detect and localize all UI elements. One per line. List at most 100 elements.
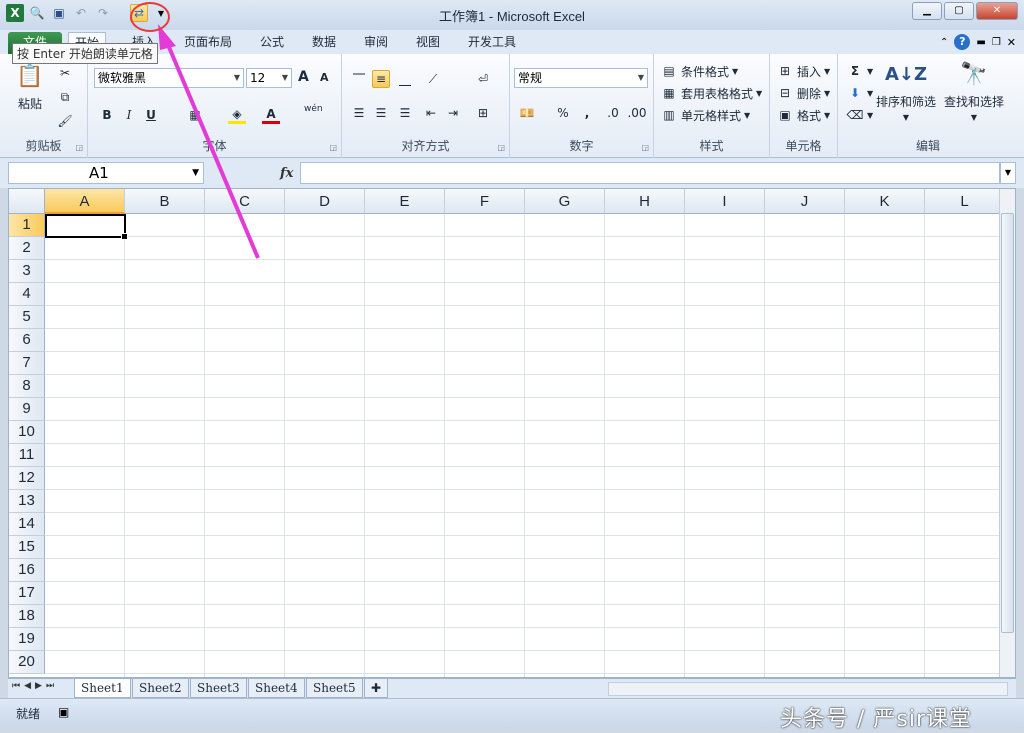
alignment-launcher-icon[interactable]: ◲	[497, 143, 505, 152]
expand-formula-bar-icon[interactable]: ▼	[1000, 162, 1016, 184]
row-header[interactable]: 9	[9, 398, 45, 421]
merge-center-button[interactable]: ⊞	[474, 104, 492, 122]
column-header[interactable]: C	[205, 189, 285, 214]
column-header[interactable]: A	[45, 189, 125, 214]
last-sheet-icon[interactable]: ⏭	[46, 681, 54, 691]
column-header[interactable]: F	[445, 189, 525, 214]
percent-button[interactable]: %	[554, 104, 572, 122]
macro-record-icon[interactable]: ▣	[58, 705, 69, 719]
align-left-button[interactable]: ☰	[350, 104, 368, 122]
insert-function-button[interactable]: fx	[280, 166, 293, 181]
cell-styles-button[interactable]: ▥ 单元格样式 ▼	[660, 106, 750, 124]
number-launcher-icon[interactable]: ◲	[641, 143, 649, 152]
accounting-format-button[interactable]: 💴	[518, 104, 536, 122]
tab-view[interactable]: 视图	[410, 32, 446, 54]
autosum-button[interactable]: Σ ▼	[846, 62, 873, 80]
prev-sheet-icon[interactable]: ◀	[24, 681, 31, 691]
format-as-table-button[interactable]: ▦ 套用表格格式 ▼	[660, 84, 762, 102]
font-color-button[interactable]: A	[262, 106, 280, 124]
format-painter-button[interactable]: 🖌	[56, 112, 74, 130]
paste-button[interactable]: 📋 粘贴	[14, 60, 46, 112]
cut-button[interactable]: ✂	[56, 64, 74, 82]
grow-font-button[interactable]: A	[298, 69, 309, 85]
next-sheet-icon[interactable]: ▶	[35, 681, 42, 691]
italic-button[interactable]: I	[120, 106, 138, 124]
insert-cells-button[interactable]: ⊞ 插入 ▼	[776, 62, 830, 80]
row-header[interactable]: 10	[9, 421, 45, 444]
cell-grid[interactable]	[45, 214, 1005, 677]
row-header[interactable]: 15	[9, 536, 45, 559]
formula-input[interactable]	[300, 162, 1000, 184]
column-header[interactable]: I	[685, 189, 765, 214]
column-header[interactable]: B	[125, 189, 205, 214]
active-cell[interactable]	[45, 214, 128, 240]
close-button[interactable]: ✕	[976, 2, 1018, 20]
align-right-button[interactable]: ☰	[396, 104, 414, 122]
help-icon[interactable]: ?	[954, 34, 971, 50]
column-header[interactable]: J	[765, 189, 845, 214]
row-header[interactable]: 12	[9, 467, 45, 490]
row-header[interactable]: 13	[9, 490, 45, 513]
row-header[interactable]: 8	[9, 375, 45, 398]
copy-button[interactable]: ⧉	[56, 88, 74, 106]
ribbon-collapse-icon[interactable]: ⌃	[940, 37, 948, 48]
increase-decimal-button[interactable]: .0	[604, 104, 622, 122]
minimize-button[interactable]: ▁	[912, 2, 942, 20]
decrease-decimal-button[interactable]: .00	[627, 104, 646, 122]
vertical-scroll-thumb[interactable]	[1001, 213, 1014, 633]
decrease-indent-button[interactable]: ⇤	[422, 104, 440, 122]
wrap-text-button[interactable]: ⏎	[474, 70, 492, 88]
column-header[interactable]: D	[285, 189, 365, 214]
doc-restore-icon[interactable]: ❐	[992, 37, 1001, 48]
tab-page-layout[interactable]: 页面布局	[178, 32, 238, 54]
name-box[interactable]: A1 ▼	[8, 162, 204, 184]
row-header[interactable]: 3	[9, 260, 45, 283]
format-cells-button[interactable]: ▣ 格式 ▼	[776, 106, 830, 124]
comma-button[interactable]: ,	[578, 104, 596, 122]
align-middle-button[interactable]: ≡	[372, 70, 390, 88]
underline-button[interactable]: U	[142, 106, 160, 124]
tab-formulas[interactable]: 公式	[254, 32, 290, 54]
conditional-formatting-button[interactable]: ▤ 条件格式 ▼	[660, 62, 738, 80]
tab-data[interactable]: 数据	[306, 32, 342, 54]
row-header[interactable]: 20	[9, 651, 45, 674]
increase-indent-button[interactable]: ⇥	[444, 104, 462, 122]
clear-button[interactable]: ⌫ ▼	[846, 106, 874, 124]
borders-button[interactable]: ▦	[186, 106, 204, 124]
row-header[interactable]: 7	[9, 352, 45, 375]
row-header[interactable]: 6	[9, 329, 45, 352]
font-size-combo[interactable]: 12 ▼	[246, 68, 292, 88]
first-sheet-icon[interactable]: ⏮	[12, 681, 20, 691]
column-header[interactable]: G	[525, 189, 605, 214]
tab-review[interactable]: 审阅	[358, 32, 394, 54]
align-center-button[interactable]: ☰	[372, 104, 390, 122]
sort-filter-button[interactable]: A↓Z 排序和筛选 ▼	[876, 58, 936, 123]
row-header[interactable]: 1	[9, 214, 45, 237]
sheet-tab-sheet1[interactable]: Sheet1	[74, 679, 131, 698]
row-header[interactable]: 17	[9, 582, 45, 605]
doc-close-icon[interactable]: ✕	[1007, 36, 1016, 49]
tab-developer[interactable]: 开发工具	[462, 32, 522, 54]
row-header[interactable]: 14	[9, 513, 45, 536]
find-select-button[interactable]: 🔭 查找和选择 ▼	[944, 58, 1004, 123]
shrink-font-button[interactable]: A	[320, 71, 329, 84]
align-bottom-button[interactable]: ⎽	[396, 70, 414, 88]
row-header[interactable]: 2	[9, 237, 45, 260]
fill-color-button[interactable]: ◈	[228, 106, 246, 124]
row-header[interactable]: 5	[9, 306, 45, 329]
row-header[interactable]: 18	[9, 605, 45, 628]
row-header[interactable]: 11	[9, 444, 45, 467]
orientation-button[interactable]: ⟋	[424, 70, 442, 88]
clipboard-launcher-icon[interactable]: ◲	[75, 143, 83, 152]
delete-cells-button[interactable]: ⊟ 删除 ▼	[776, 84, 830, 102]
column-header[interactable]: K	[845, 189, 925, 214]
phonetic-button[interactable]: wén	[304, 104, 323, 114]
column-header[interactable]: H	[605, 189, 685, 214]
sheet-tab-sheet5[interactable]: Sheet5	[306, 679, 363, 698]
horizontal-scrollbar[interactable]	[608, 682, 1008, 696]
sheet-tab-sheet2[interactable]: Sheet2	[132, 679, 189, 698]
row-header[interactable]: 16	[9, 559, 45, 582]
column-header[interactable]: L	[925, 189, 1005, 214]
font-name-combo[interactable]: 微软雅黑 ▼	[94, 68, 244, 88]
select-all-button[interactable]	[9, 189, 45, 214]
